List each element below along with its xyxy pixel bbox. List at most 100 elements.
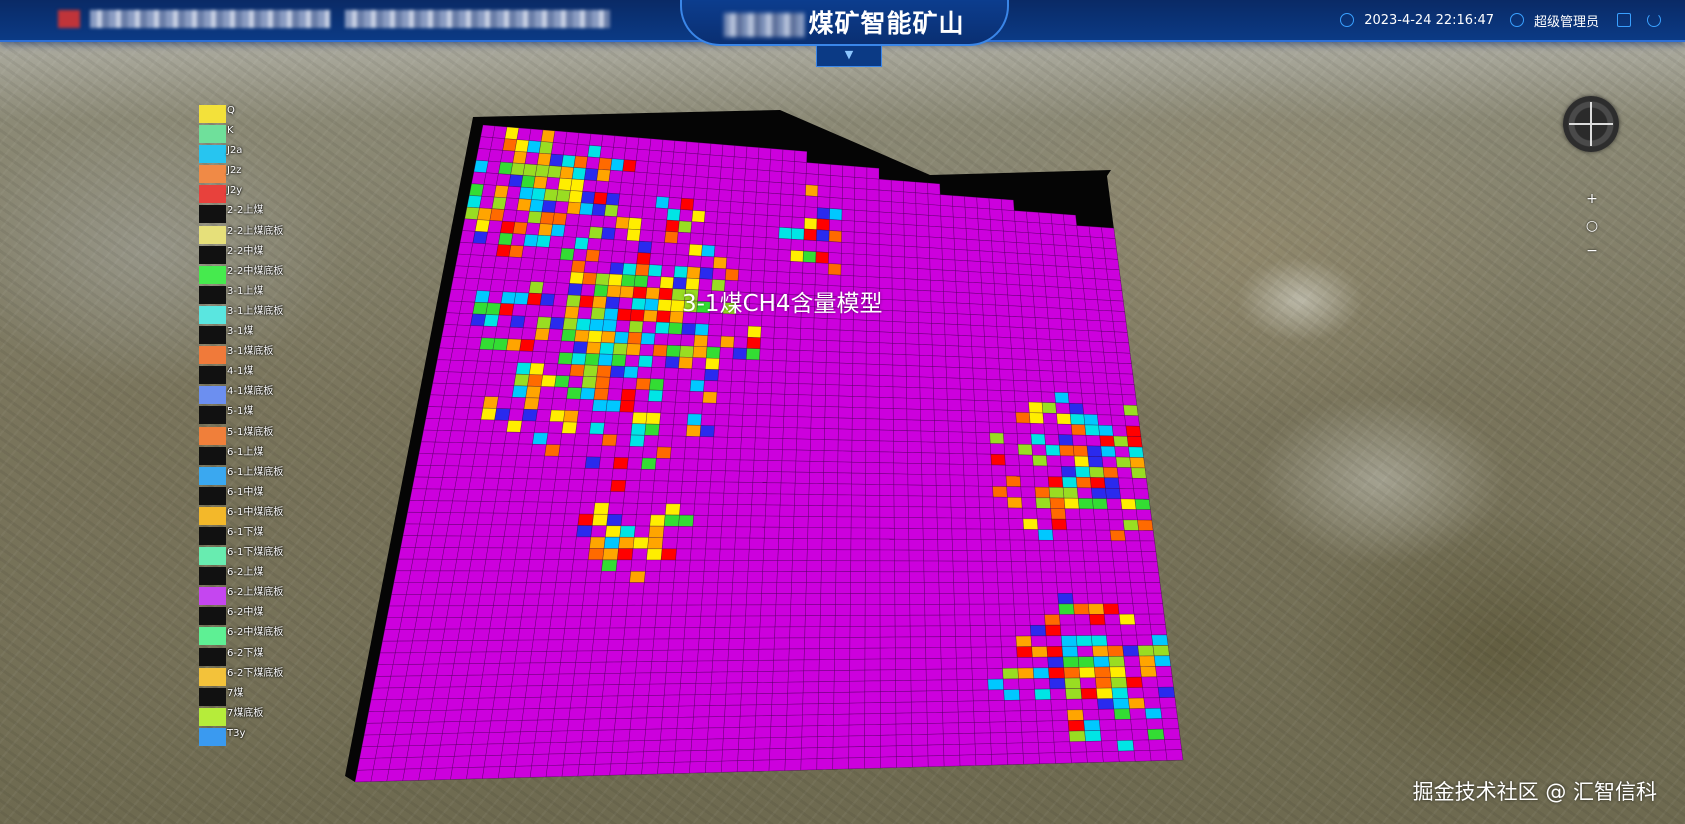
model-cell xyxy=(634,160,649,174)
model-cell xyxy=(736,504,752,517)
model-cell xyxy=(502,138,518,152)
model-cell xyxy=(497,765,517,779)
model-cell xyxy=(778,226,793,240)
model-cell xyxy=(911,733,929,746)
model-cell xyxy=(468,254,484,268)
model-cell xyxy=(1134,624,1152,636)
model-cell xyxy=(515,280,532,294)
model-cell xyxy=(974,743,992,756)
model-cell xyxy=(728,403,744,416)
model-cell xyxy=(927,193,941,206)
chart-icon[interactable] xyxy=(1617,13,1631,27)
legend-swatch xyxy=(199,567,226,586)
model-cell xyxy=(985,635,1002,648)
power-icon[interactable] xyxy=(1647,13,1661,27)
zoom-in-button[interactable]: + xyxy=(1585,192,1599,206)
model-cell xyxy=(1148,613,1166,625)
model-cell xyxy=(550,398,567,411)
compass-navigation-icon[interactable] xyxy=(1563,96,1619,152)
model-cell xyxy=(928,236,943,249)
model-cell xyxy=(930,312,945,325)
model-cell xyxy=(1116,739,1135,752)
model-cell xyxy=(838,373,854,386)
model-cell xyxy=(648,525,665,538)
zoom-out-button[interactable]: − xyxy=(1585,244,1599,258)
model-cell xyxy=(1083,413,1099,426)
model-cell xyxy=(748,537,765,550)
model-cell xyxy=(490,349,507,363)
model-cell xyxy=(418,441,436,455)
model-cell xyxy=(511,303,528,317)
model-cell xyxy=(864,615,881,627)
model-cell xyxy=(822,483,838,496)
model-cell xyxy=(945,366,961,379)
user-name[interactable]: 超级管理员 xyxy=(1534,11,1599,30)
reset-view-button[interactable]: ○ xyxy=(1585,219,1599,233)
model-cell xyxy=(741,671,759,684)
model-cell xyxy=(446,442,464,455)
model-cell xyxy=(567,479,584,492)
model-cell xyxy=(1096,288,1111,301)
model-cell xyxy=(996,326,1011,338)
model-cell xyxy=(894,614,911,627)
model-cell xyxy=(528,281,545,294)
model-cell xyxy=(448,593,466,607)
model-cell xyxy=(789,626,806,639)
model-cell xyxy=(600,695,619,708)
model-cell xyxy=(962,442,978,455)
model-cell xyxy=(939,603,956,616)
model-cell xyxy=(425,476,443,490)
model-cell xyxy=(492,125,508,139)
model-cell xyxy=(565,294,582,308)
model-cell xyxy=(642,446,658,459)
model-cell xyxy=(979,250,994,263)
model-cell xyxy=(659,559,677,572)
model-cell xyxy=(433,593,452,607)
model-cell xyxy=(584,707,602,720)
model-cell xyxy=(1018,274,1033,287)
model-cell xyxy=(933,409,949,422)
model-cell xyxy=(523,234,539,248)
model-cell xyxy=(1013,603,1030,616)
model-cell xyxy=(443,709,463,723)
model-cell xyxy=(702,571,720,583)
legend-swatch xyxy=(199,265,226,284)
model-cell xyxy=(894,636,911,649)
model-cell xyxy=(593,763,612,776)
model-cell xyxy=(524,304,541,318)
model-cell xyxy=(1077,497,1094,510)
model-cell xyxy=(753,214,768,227)
model-cell xyxy=(474,524,492,537)
model-cell xyxy=(956,679,974,691)
model-cell xyxy=(910,658,927,670)
model-cell xyxy=(629,570,646,583)
model-cell xyxy=(579,387,596,400)
model-cell xyxy=(667,469,684,482)
model-cell xyxy=(804,626,821,639)
model-cell xyxy=(661,253,677,267)
model-cell xyxy=(760,326,775,339)
model-cell xyxy=(1067,255,1082,268)
model-cell xyxy=(777,560,793,572)
model-cell xyxy=(443,383,461,396)
model-cell xyxy=(864,735,881,747)
model-cell xyxy=(833,702,850,715)
model-cell xyxy=(567,718,585,732)
model-cell xyxy=(582,718,601,731)
model-cell xyxy=(713,626,731,639)
header-dropdown-toggle[interactable]: ▼ xyxy=(816,46,882,67)
model-cell xyxy=(960,399,976,412)
model-cell xyxy=(561,764,580,777)
model-cell xyxy=(1155,665,1173,678)
model-cell xyxy=(978,485,994,498)
model-cell xyxy=(1144,582,1162,594)
model-cell xyxy=(828,230,843,243)
model-cell xyxy=(384,617,403,630)
model-cell xyxy=(601,559,618,572)
model-cell xyxy=(405,663,424,677)
model-cell xyxy=(1093,666,1112,678)
legend-item: 2-2中煤底板 xyxy=(199,265,283,286)
model-cell xyxy=(1143,697,1161,709)
model-cell xyxy=(880,734,897,747)
model-cell xyxy=(582,272,598,286)
